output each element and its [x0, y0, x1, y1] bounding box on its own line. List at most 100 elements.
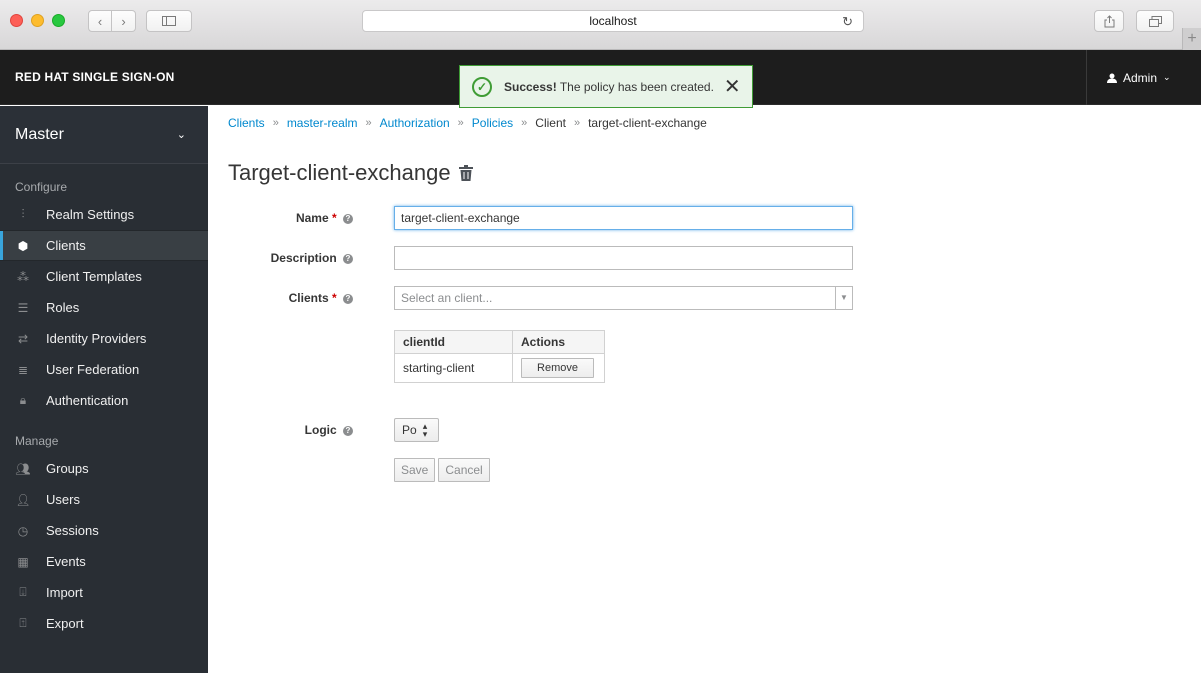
clients-select[interactable]: Select an client... ▼	[394, 286, 853, 310]
sidebar-item-events[interactable]: ▦ Events	[0, 546, 208, 577]
sidebar-item-client-templates[interactable]: ⁂ Client Templates	[0, 261, 208, 292]
sidebar-item-export[interactable]: ⍐ Export	[0, 608, 208, 639]
table-header-row: clientId Actions	[394, 330, 605, 354]
breadcrumb-clients[interactable]: Clients	[228, 116, 265, 130]
clock-icon: ◷	[17, 523, 29, 538]
sidebar-item-user-federation[interactable]: ≣ User Federation	[0, 354, 208, 385]
breadcrumb: Clients » master-realm » Authorization »…	[228, 116, 707, 130]
breadcrumb-separator: »	[365, 117, 372, 129]
sidebar-item-identity-providers[interactable]: ⇄ Identity Providers	[0, 323, 208, 354]
close-window-button[interactable]	[10, 14, 23, 27]
export-icon: ⍐	[19, 616, 27, 630]
show-tabs-button[interactable]	[1136, 10, 1174, 32]
user-menu[interactable]: Admin ⌄	[1086, 50, 1201, 105]
sidebar-item-label: Client Templates	[46, 269, 142, 284]
clients-placeholder: Select an client...	[401, 291, 493, 305]
help-icon[interactable]: ?	[343, 253, 353, 264]
sidebar-item-label: Import	[46, 585, 83, 600]
sidebar-item-roles[interactable]: ☰ Roles	[0, 292, 208, 323]
back-button[interactable]: ‹	[88, 10, 112, 32]
zoom-window-button[interactable]	[52, 14, 65, 27]
help-icon[interactable]: ?	[343, 293, 353, 304]
breadcrumb-separator: »	[573, 117, 581, 129]
remove-button[interactable]: Remove	[521, 358, 594, 378]
help-icon[interactable]: ?	[343, 425, 353, 436]
plus-icon: +	[1187, 30, 1197, 47]
reload-icon[interactable]: ↻	[842, 11, 853, 32]
breadcrumb-policies[interactable]: Policies	[472, 116, 513, 130]
sidebar: Master ⌄ Configure ⫶ Realm Settings ⬢ Cl…	[0, 106, 208, 673]
breadcrumb-authorization[interactable]: Authorization	[380, 116, 450, 130]
forward-button[interactable]: ›	[112, 10, 136, 32]
sidebar-toggle-button[interactable]	[146, 10, 192, 32]
breadcrumb-client: Client	[535, 116, 566, 130]
clients-label-text: Clients	[288, 291, 329, 305]
sidebar-item-clients[interactable]: ⬢ Clients	[0, 230, 208, 261]
brand-logo: RED HAT SINGLE SIGN-ON	[15, 70, 175, 84]
address-bar[interactable]: localhost ↻	[362, 10, 864, 32]
calendar-icon: ▦	[17, 554, 29, 569]
sliders-icon: ⫶	[21, 207, 25, 221]
sidebar-item-import[interactable]: ⍗ Import	[0, 577, 208, 608]
breadcrumb-master-realm[interactable]: master-realm	[287, 116, 358, 130]
trash-icon[interactable]	[458, 165, 473, 181]
success-toast: ✓ Success! The policy has been created. …	[459, 65, 753, 108]
browser-toolbar: ‹ › localhost ↻ +	[0, 0, 1201, 50]
breadcrumb-separator: »	[457, 117, 464, 129]
cancel-button[interactable]: Cancel	[438, 458, 490, 482]
toast-strong: Success!	[504, 79, 557, 94]
sidebar-icon	[162, 16, 176, 26]
cell-actions: Remove	[512, 353, 605, 383]
help-icon[interactable]: ?	[343, 213, 353, 224]
minimize-window-button[interactable]	[31, 14, 44, 27]
realm-selector[interactable]: Master ⌄	[0, 106, 208, 164]
sidebar-item-groups[interactable]: 👥︎ Groups	[0, 453, 208, 484]
sidebar-item-sessions[interactable]: ◷ Sessions	[0, 515, 208, 546]
users-icon: 👥︎	[15, 461, 31, 476]
clients-label: Clients * ?	[208, 291, 353, 305]
toast-text: Success! The policy has been created.	[504, 80, 714, 94]
window-controls	[10, 14, 65, 27]
share-button[interactable]	[1094, 10, 1124, 32]
sidebar-item-label: Identity Providers	[46, 331, 147, 346]
name-input[interactable]	[394, 206, 853, 230]
page-title-text: Target-client-exchange	[228, 160, 451, 185]
description-label-text: Description	[270, 251, 337, 265]
logic-label: Logic ?	[208, 423, 353, 437]
new-tab-button[interactable]: +	[1182, 28, 1201, 50]
save-button[interactable]: Save	[394, 458, 436, 482]
main-content: Clients » master-realm » Authorization »…	[208, 106, 1201, 673]
tabs-icon	[1148, 15, 1162, 27]
realm-name: Master	[15, 125, 64, 143]
lock-icon: 🔒︎	[19, 393, 27, 407]
cube-icon: ⬢	[17, 238, 29, 253]
breadcrumb-current: target-client-exchange	[588, 116, 707, 130]
breadcrumb-separator: »	[272, 117, 279, 129]
column-header-actions: Actions	[512, 330, 605, 354]
updown-icon: ▴ ▾	[422, 421, 428, 439]
description-label: Description ?	[208, 251, 353, 265]
sidebar-item-label: Authentication	[46, 393, 129, 408]
required-marker: *	[331, 211, 337, 225]
sidebar-item-label: Roles	[46, 300, 80, 315]
sidebar-item-authentication[interactable]: 🔒︎ Authentication	[0, 385, 208, 416]
sidebar-item-realm-settings[interactable]: ⫶ Realm Settings	[0, 199, 208, 230]
chevron-down-icon: ⌄	[1163, 72, 1171, 82]
chevron-left-icon: ‹	[97, 13, 103, 29]
chevron-down-icon: ⌄	[176, 129, 186, 141]
url-text: localhost	[589, 14, 637, 28]
sidebar-item-users[interactable]: 👤︎ Users	[0, 484, 208, 515]
close-icon[interactable]: ✕	[724, 77, 741, 97]
logic-select[interactable]: Po ▴ ▾	[394, 418, 439, 442]
clients-table: clientId Actions starting-client Remove	[394, 330, 605, 383]
table-row: starting-client Remove	[394, 353, 605, 383]
name-row: Name * ?	[208, 206, 353, 230]
logic-label-text: Logic	[304, 423, 337, 437]
form-actions: Save Cancel	[394, 458, 490, 482]
sidebar-item-label: Clients	[46, 238, 86, 253]
sidebar-item-label: Export	[46, 616, 84, 631]
description-input[interactable]	[394, 246, 853, 270]
column-header-clientid: clientId	[394, 330, 513, 354]
user-icon: 👤︎	[15, 492, 31, 507]
name-label-text: Name	[295, 211, 329, 225]
